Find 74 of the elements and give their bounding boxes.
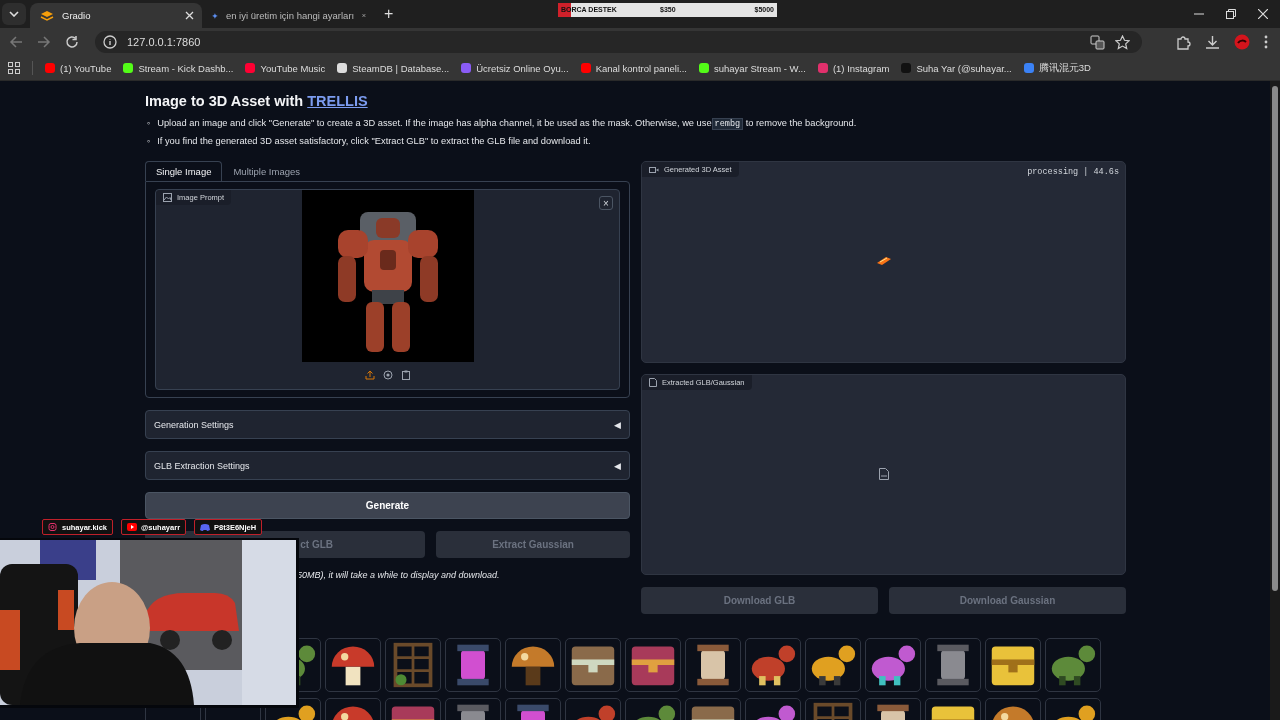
- instruction-text: If you find the generated 3D asset satisfactory, click "Extract GLB" to extract the GLB file and download it.: [157, 135, 591, 148]
- bookmark[interactable]: (1) Instagram: [817, 62, 890, 74]
- bookmark[interactable]: Stream - Kick Dashb...: [123, 62, 234, 74]
- bookmark[interactable]: SteamDB | Database...: [337, 62, 450, 74]
- info-icon: [103, 35, 117, 49]
- clipboard-icon[interactable]: [400, 370, 411, 380]
- gamepad-icon: [200, 523, 211, 531]
- caret-icon: [9, 11, 19, 17]
- image-icon: [163, 193, 172, 202]
- example-thumbnail[interactable]: [805, 638, 861, 692]
- video-icon: [649, 165, 659, 174]
- example-thumbnail[interactable]: [985, 638, 1041, 692]
- example-thumbnail[interactable]: [565, 638, 621, 692]
- more-icon[interactable]: [1264, 35, 1268, 49]
- browser-tab[interactable]: Gradio: [30, 3, 202, 28]
- loading-icon: [877, 257, 891, 265]
- upload-icon[interactable]: [364, 370, 375, 380]
- example-thumbnail[interactable]: [1045, 638, 1101, 692]
- close-icon[interactable]: [185, 11, 194, 20]
- tab-title: en iyi üretim için hangi ayarları: [225, 10, 355, 21]
- star-icon[interactable]: [1115, 34, 1130, 50]
- progress-status: processing | 44.6s: [1027, 167, 1119, 177]
- example-thumbnail[interactable]: [385, 638, 441, 692]
- trellis-link[interactable]: TRELLIS: [307, 93, 368, 109]
- input-tab[interactable]: Multiple Images: [222, 161, 311, 181]
- download-icon[interactable]: [1205, 34, 1220, 50]
- translate-icon[interactable]: [1090, 34, 1105, 50]
- file-icon: [879, 468, 889, 480]
- tab-title: Gradio: [62, 10, 92, 21]
- profile-icon[interactable]: [1234, 34, 1250, 50]
- example-thumbnail[interactable]: [865, 638, 921, 692]
- bookmark[interactable]: suhayar Stream - W...: [699, 62, 806, 74]
- example-thumbnail[interactable]: [325, 638, 381, 692]
- bookmark[interactable]: 腾讯混元3D: [1023, 61, 1091, 75]
- accordion-arrow: ◀: [614, 460, 621, 471]
- reload-icon[interactable]: [65, 35, 79, 49]
- back-icon[interactable]: [9, 35, 23, 49]
- settings-accordion[interactable]: GLB Extraction Settings ◀: [145, 451, 630, 480]
- example-thumbnail[interactable]: [505, 638, 561, 692]
- example-thumbnail[interactable]: [745, 638, 801, 692]
- stack-icon: [40, 9, 54, 22]
- input-tab[interactable]: Single Image: [145, 161, 223, 181]
- close-button[interactable]: ×: [599, 196, 613, 210]
- puzzle-icon[interactable]: [1176, 34, 1191, 50]
- bookmark[interactable]: (1) YouTube: [45, 62, 112, 74]
- example-thumbnail[interactable]: [685, 638, 741, 692]
- tab-search-button[interactable]: [2, 3, 26, 25]
- generate-button[interactable]: Generate: [145, 492, 630, 519]
- bullet-marker: ◦: [147, 135, 151, 148]
- bullet-marker: ◦: [147, 117, 151, 130]
- example-thumbnail[interactable]: [925, 638, 981, 692]
- example-thumbnail[interactable]: [445, 638, 501, 692]
- bookmark[interactable]: Ücretsiz Online Oyu...: [461, 62, 569, 74]
- webcam-icon[interactable]: [382, 370, 393, 380]
- apps-icon[interactable]: [8, 62, 20, 74]
- address-bar[interactable]: 127.0.0.1:7860: [95, 31, 1142, 53]
- address-text: 127.0.0.1:7860: [127, 36, 201, 48]
- close-icon[interactable]: [1258, 9, 1268, 19]
- bookmark[interactable]: Kanal kontrol paneli...: [580, 62, 687, 74]
- settings-accordion[interactable]: Generation Settings ◀: [145, 410, 630, 439]
- accordion-arrow: ◀: [614, 419, 621, 430]
- play-icon: [127, 523, 138, 531]
- new-tab-button[interactable]: +: [378, 4, 400, 24]
- instruction-text: Upload an image and click "Generate" to create a 3D asset. If the image has alpha channel, it be used as the mask. Otherwise, we use rembg to remove the background.: [157, 117, 857, 132]
- restore-icon[interactable]: [1226, 9, 1236, 19]
- bookmark[interactable]: Suha Yar (@suhayar...: [901, 62, 1012, 74]
- page-title: Image to 3D Asset with TRELLIS: [145, 93, 369, 109]
- example-thumbnail[interactable]: [625, 638, 681, 692]
- browser-tab[interactable]: en iyi üretim için hangi ayarları: [202, 3, 374, 28]
- camera-icon: [48, 523, 58, 531]
- scrollbar-thumb[interactable]: [1272, 86, 1278, 591]
- file-icon: [649, 378, 657, 387]
- bookmark[interactable]: YouTube Music: [245, 62, 326, 74]
- forward-icon[interactable]: [37, 35, 51, 49]
